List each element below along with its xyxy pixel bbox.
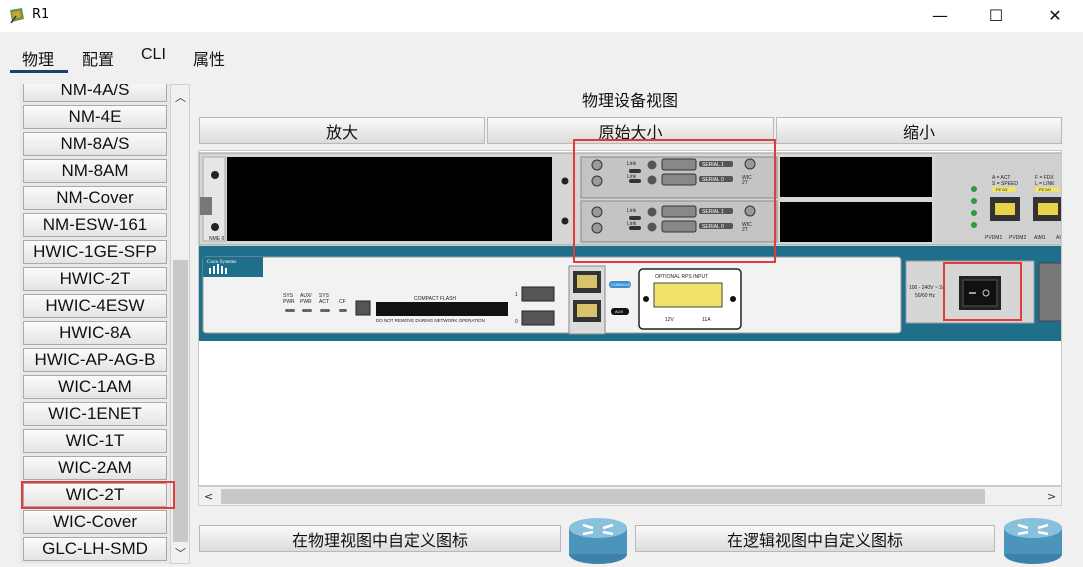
window-title: R1 [32,7,50,22]
svg-text:AIM0: AIM0 [1056,235,1062,241]
svg-text:PVDM1: PVDM1 [985,235,1002,241]
svg-text:0: 0 [515,319,518,325]
module-item[interactable]: HWIC-1GE-SFP [23,240,167,264]
module-item[interactable]: HWIC-AP-AG-B [23,348,167,372]
original-size-button[interactable]: 原始大小 [487,117,774,144]
cisco-logo: Cisco Systems [207,260,236,265]
nme-slot-label: NME 0 [209,236,225,242]
tab-bar: 物理 配置 CLI 属性 [0,32,1083,74]
maximize-button[interactable]: ☐ [968,0,1024,30]
tab-cli[interactable]: CLI [141,46,166,64]
rps-label: OPTIONAL RPS INPUT [655,274,708,280]
device-viewport: NME 0 Link Link SERIAL 1 SERIAL 0 WIC 2T [198,150,1062,486]
aux-label: AUX [615,309,624,314]
minimize-button[interactable]: — [912,0,968,30]
rps-voltage: 12V [665,317,675,323]
compact-flash-label: COMPACT FLASH [414,296,456,302]
module-item[interactable]: WIC-Cover [23,510,167,534]
module-item[interactable]: WIC-1T [23,429,167,453]
module-item[interactable]: WIC-1ENET [23,402,167,426]
svg-text:FE 0/1: FE 0/1 [996,187,1009,192]
module-item[interactable]: GLC-LH-SMD [23,537,167,561]
custom-logical-icon-button[interactable]: 在逻辑视图中自定义图标 [635,525,995,552]
router-icon-logical[interactable] [1002,514,1064,566]
tab-config[interactable]: 配置 [82,46,114,70]
router-app-icon [10,8,24,24]
module-list-scrollbar[interactable]: ︿ ﹀ [170,84,190,564]
scroll-left-icon[interactable]: < [204,490,213,503]
svg-text:FE 0/0: FE 0/0 [1039,187,1052,192]
svg-text:Link: Link [627,161,637,167]
svg-text:SERIAL 0: SERIAL 0 [702,177,724,183]
scroll-up-icon[interactable]: ︿ [175,89,186,105]
tab-physical[interactable]: 物理 [22,46,54,70]
module-item[interactable]: NM-8AM [23,159,167,183]
zoom-out-button[interactable]: 缩小 [776,117,1062,144]
active-tab-indicator [10,70,68,73]
router-chassis[interactable]: NME 0 Link Link SERIAL 1 SERIAL 0 WIC 2T [199,151,1062,486]
viewport-scrollbar[interactable]: < > [198,486,1062,506]
title-bar: R1 — ☐ ✕ [0,0,1083,32]
module-item[interactable]: WIC-2T [23,483,167,507]
module-item[interactable]: NM-8A/S [23,132,167,156]
module-item[interactable]: WIC-1AM [23,375,167,399]
module-list: NM-4A/S NM-4E NM-8A/S NM-8AM NM-Cover NM-ESW-… [20,84,170,564]
svg-text:50/60 Hz: 50/60 Hz [915,293,936,299]
svg-text:AIM1: AIM1 [1034,235,1046,241]
scroll-down-icon[interactable]: ﹀ [175,545,186,561]
svg-text:2T: 2T [742,180,748,186]
module-item[interactable]: HWIC-4ESW [23,294,167,318]
module-item[interactable]: HWIC-2T [23,267,167,291]
scroll-thumb[interactable] [173,260,188,542]
router-icon-physical[interactable] [567,514,629,566]
module-item[interactable]: HWIC-8A [23,321,167,345]
tab-attributes[interactable]: 属性 [193,46,225,70]
close-button[interactable]: ✕ [1027,0,1083,30]
svg-text:SERIAL 1: SERIAL 1 [702,162,724,168]
module-item[interactable]: NM-ESW-161 [23,213,167,237]
scroll-right-icon[interactable]: > [1047,490,1056,503]
module-item[interactable]: NM-4A/S [23,84,167,102]
cf-warning-label: DO NOT REMOVE DURING NETWORK OPERATION [376,318,485,323]
svg-text:1: 1 [515,292,518,298]
custom-physical-icon-button[interactable]: 在物理视图中自定义图标 [199,525,561,552]
view-title: 物理设备视图 [581,91,678,110]
zoom-in-button[interactable]: 放大 [199,117,485,144]
rps-amperage: 11A [702,317,711,323]
svg-text:PWR: PWR [300,299,312,305]
module-item[interactable]: NM-Cover [23,186,167,210]
module-item[interactable]: WIC-2AM [23,456,167,480]
svg-text:Link: Link [627,174,637,180]
module-item[interactable]: NM-4E [23,105,167,129]
svg-text:PVDM2: PVDM2 [1009,235,1026,241]
scroll-thumb-horizontal[interactable] [221,489,985,504]
svg-text:100 - 240V ~ 2A: 100 - 240V ~ 2A [909,285,946,291]
console-label: CONSOLE [611,282,631,287]
svg-text:ACT: ACT [319,299,329,305]
svg-text:PWR: PWR [283,299,295,305]
svg-text:CF: CF [339,299,346,305]
